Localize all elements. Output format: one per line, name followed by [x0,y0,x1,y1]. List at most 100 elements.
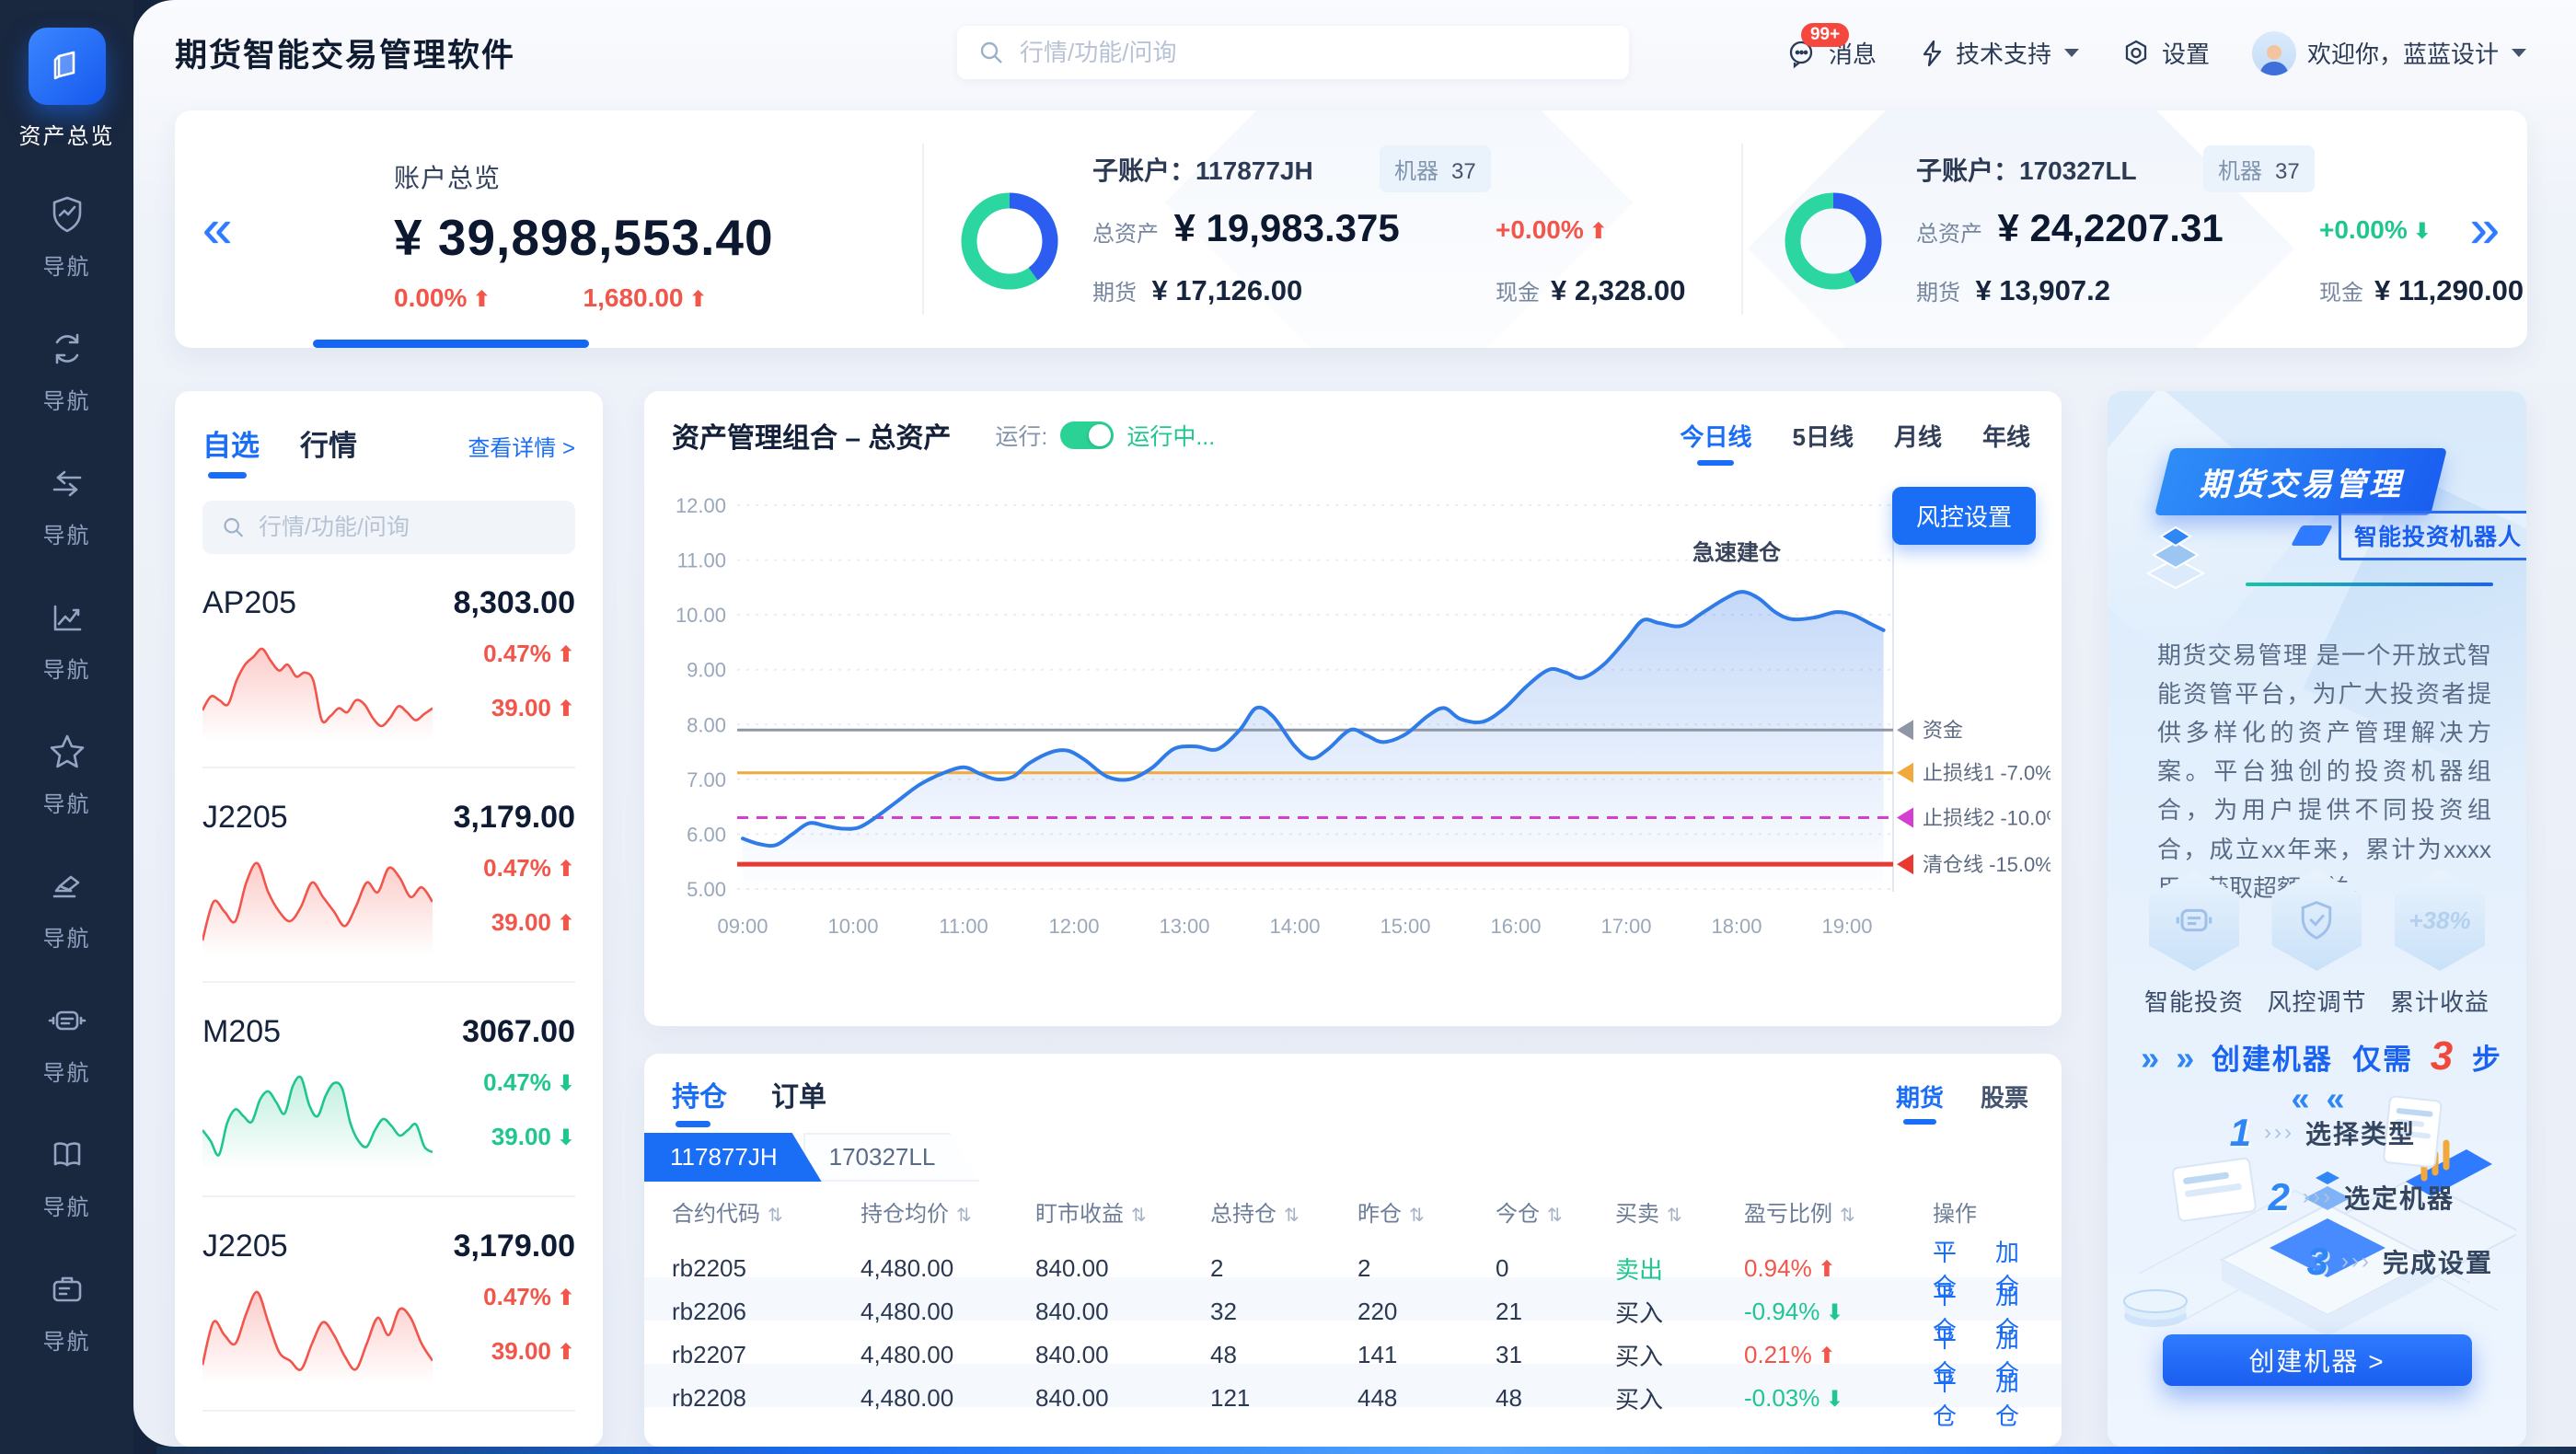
feature-smart-invest: 智能投资 [2144,870,2244,1018]
up-arrow-icon: ⬆ [557,1286,575,1310]
cell-mtm-profit: 840.00 [1035,1384,1210,1413]
down-arrow-icon: ⬇ [557,1125,575,1150]
sidebar-item-nav-8[interactable]: 导航 [43,1135,91,1221]
assets-overview-icon [29,28,106,105]
stamp-icon [47,894,87,910]
add-position-link[interactable]: 加仓 [1995,1364,2034,1432]
sidebar-item-nav-1[interactable]: 导航 [43,194,91,281]
sidebar-item-label: 导航 [43,652,91,684]
col-header[interactable]: 盯市收益⇅ [1035,1195,1210,1228]
contract-price: 3067.00 [462,1014,575,1050]
subaccount-pct: +0.00%⬆ [1496,215,1608,245]
divider [922,144,924,315]
tab-futures[interactable]: 期货 [1896,1079,1944,1114]
cell-avg-price: 4,480.00 [861,1298,1035,1326]
subaccount-card: 子账户：117877JH 机器37 总资产 ¥ 19,983.375 +0.00… [953,110,1615,348]
user-menu[interactable]: 欢迎你，蓝蓝设计 [2252,31,2526,75]
promo-features: 智能投资 风控调节 +38% 累计收益 [2144,870,2489,1018]
sidebar-item-nav-5[interactable]: 导航 [43,732,91,818]
watchlist-item[interactable]: RB2205 4,480.00 [202,1412,575,1447]
cell-yesterday: 141 [1357,1341,1496,1369]
watchlist-search[interactable] [202,501,575,554]
up-arrow-icon: ⬆ [1818,1344,1836,1368]
total-asset-value: ¥ 24,2207.31 [1997,206,2223,249]
support-menu[interactable]: 技术支持 [1919,36,2079,70]
sidebar-item-nav-4[interactable]: 导航 [43,597,91,684]
sort-icon: ⇅ [1409,1206,1425,1226]
gradient-divider [2246,583,2493,586]
sidebar-item-nav-9[interactable]: 导航 [43,1269,91,1356]
col-header[interactable]: 今仓⇅ [1496,1195,1615,1228]
watchlist-panel: 自选 行情 查看详情 > AP205 8,303.00 0.47%⬆ 39.00… [175,391,603,1447]
tab-orders[interactable]: 订单 [771,1074,826,1114]
promo-description: 期货交易管理 是一个开放式智能资管平台，为广大投资者提供多样化的资产管理解决方案… [2157,636,2491,907]
col-header[interactable]: 持仓均价⇅ [861,1195,1035,1228]
sidebar-item-nav-6[interactable]: 导航 [43,866,91,952]
sidebar-item-nav-3[interactable]: 导航 [43,463,91,549]
create-machine-button[interactable]: 创建机器 > [2163,1334,2472,1386]
shield-icon [2293,897,2339,943]
settings-button[interactable]: 设置 [2121,36,2210,70]
subaccount-pct: +0.00%⬇ [2319,215,2432,245]
delta-change: 39.00⬆ [483,1337,575,1366]
view-details-link[interactable]: 查看详情 > [468,430,575,462]
contract-code: M205 [202,1014,281,1050]
watchlist-item[interactable]: AP205 8,303.00 0.47%⬆ 39.00⬆ [202,554,575,768]
risk-settings-button[interactable]: 风控设置 [1892,487,2036,545]
up-arrow-icon: ⬆ [472,287,491,312]
watchlist-item[interactable]: J2205 3,179.00 0.47%⬆ 39.00⬆ [202,1197,575,1412]
close-position-link[interactable]: 平仓 [1933,1364,1971,1432]
watchlist-item[interactable]: J2205 3,179.00 0.47%⬆ 39.00⬆ [202,768,575,983]
col-header[interactable]: 总持仓⇅ [1210,1195,1357,1228]
promo-banner: 期货交易管理 [2154,448,2447,515]
cell-total: 2 [1210,1254,1357,1283]
topbar: 期货智能交易管理软件 99+ 消息 技术支持 设置 [133,0,2576,106]
account-tab-117877JH[interactable]: 117877JH [644,1133,822,1182]
account-total-value: ¥ 39,898,553.40 [394,208,909,267]
watchlist-search-input[interactable] [257,514,557,542]
table-row: rb2205 4,480.00 840.00 2 2 0 卖出 0.94%⬆ 平… [644,1234,2062,1277]
tab-watchlist[interactable]: 自选 [202,422,260,464]
col-header[interactable]: 盈亏比例⇅ [1744,1195,1933,1228]
sidebar-item-nav-2[interactable]: 导航 [43,329,91,415]
sidebar-item-nav-7[interactable]: 导航 [43,1000,91,1087]
global-search-input[interactable] [1018,38,1609,68]
cell-mtm-profit: 840.00 [1035,1254,1210,1283]
app-window: 资产总览 导航 导航 导航 导航 导航 [0,0,2576,1454]
tab-market[interactable]: 行情 [300,422,357,464]
messages-button[interactable]: 99+ 消息 [1786,36,1877,70]
briefcase-icon [47,1298,87,1313]
up-arrow-icon: ⬆ [557,1340,575,1365]
contract-price: 4,480.00 [454,1443,575,1447]
col-header[interactable]: 昨仓⇅ [1357,1195,1496,1228]
sidebar-item-label: 导航 [43,920,91,952]
contract-code: J2205 [202,1229,288,1264]
col-header[interactable]: 买卖⇅ [1615,1195,1744,1228]
cell-pnl: -0.03%⬇ [1744,1384,1933,1413]
sidebar-item-assets-overview[interactable]: 资产总览 [0,28,133,150]
tab-today-line[interactable]: 今日线 [1680,419,1751,453]
tab-year-line[interactable]: 年线 [1982,419,2030,453]
sidebar-nav: 导航 导航 导航 导航 导航 导航 [0,194,133,1356]
tab-stocks[interactable]: 股票 [1981,1079,2028,1114]
svg-text:17:00: 17:00 [1600,915,1651,938]
tab-5day-line[interactable]: 5日线 [1793,419,1854,453]
watchlist-item[interactable]: M205 3067.00 0.47%⬇ 39.00⬇ [202,983,575,1197]
global-search[interactable] [957,26,1629,79]
promo-panel: 期货交易管理 智能投资机器人 期货交易管理 是一个开放式智能资管平台，为广大投资… [2108,391,2526,1447]
svg-text:9.00: 9.00 [687,659,726,682]
cell-total: 48 [1210,1341,1357,1369]
sort-icon: ⇅ [1284,1206,1300,1226]
cell-yesterday: 2 [1357,1254,1496,1283]
carousel-next-button[interactable]: » [2470,202,2500,256]
table-row: rb2206 4,480.00 840.00 32 220 21 买入 -0.9… [644,1277,2062,1321]
tab-month-line[interactable]: 月线 [1894,419,1942,453]
bottom-accent-line [156,1447,2576,1454]
col-header[interactable]: 合约代码⇅ [672,1195,861,1228]
sidebar-item-label: 导航 [43,248,91,281]
carousel-prev-button[interactable]: « [202,202,232,256]
sidebar-item-label: 导航 [43,1189,91,1221]
tab-positions[interactable]: 持仓 [672,1074,727,1114]
run-toggle[interactable] [1060,421,1114,449]
account-tab-170327LL[interactable]: 170327LL [803,1133,980,1182]
